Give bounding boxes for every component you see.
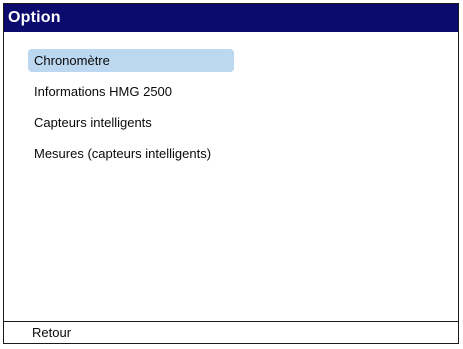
menu-item-informations-hmg-2500[interactable]: Informations HMG 2500 xyxy=(28,80,234,103)
back-button[interactable]: Retour xyxy=(32,322,71,344)
menu-item-capteurs-intelligents[interactable]: Capteurs intelligents xyxy=(28,111,234,134)
menu-item-mesures-capteurs-intelligents[interactable]: Mesures (capteurs intelligents) xyxy=(28,142,234,165)
option-window: Option Chronomètre Informations HMG 2500… xyxy=(3,3,459,344)
title-bar: Option xyxy=(4,4,458,32)
footer-divider xyxy=(4,321,458,322)
option-menu: Chronomètre Informations HMG 2500 Capteu… xyxy=(28,49,448,173)
window-title: Option xyxy=(8,9,61,26)
menu-item-chronometre[interactable]: Chronomètre xyxy=(28,49,234,72)
